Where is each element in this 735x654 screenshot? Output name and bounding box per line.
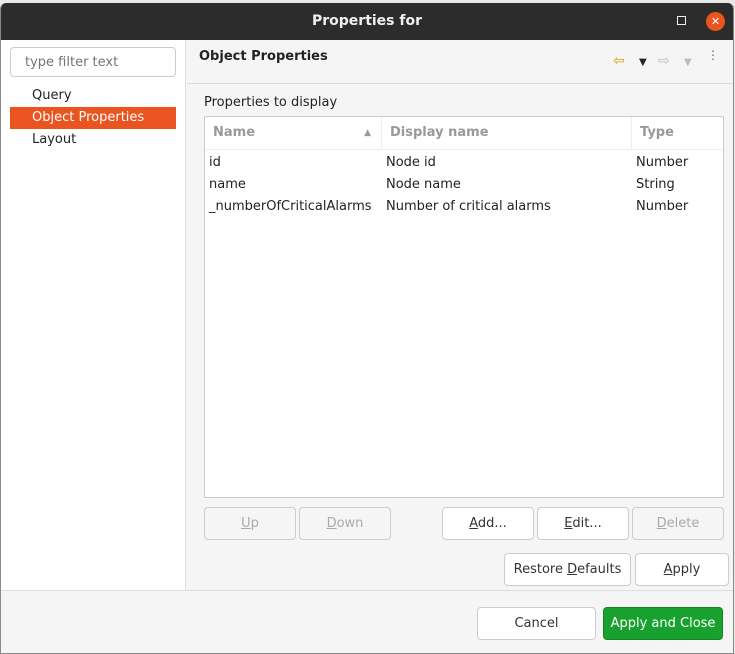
header-divider bbox=[187, 83, 733, 84]
properties-table: Name ▲ Display name Type id Node id Numbe… bbox=[204, 116, 724, 498]
cell-name: id bbox=[209, 155, 221, 170]
apply-and-close-button[interactable]: Apply and Close bbox=[603, 607, 723, 640]
apply-button[interactable]: Apply bbox=[635, 553, 729, 586]
cancel-button[interactable]: Cancel bbox=[477, 607, 596, 640]
delete-button[interactable]: Delete bbox=[632, 507, 724, 540]
sidebar-item-layout[interactable]: Layout bbox=[10, 129, 176, 151]
sidebar-item-object-properties[interactable]: Object Properties bbox=[10, 107, 176, 129]
down-button[interactable]: Down bbox=[299, 507, 391, 540]
edit-label: Edit... bbox=[564, 516, 602, 531]
back-dropdown-icon[interactable]: ▼ bbox=[639, 57, 647, 68]
up-button[interactable]: Up bbox=[204, 507, 296, 540]
restore-defaults-button[interactable]: Restore Defaults bbox=[504, 553, 631, 586]
filter-input[interactable] bbox=[10, 47, 176, 77]
title-bar: Properties for ✕ bbox=[1, 3, 733, 40]
cell-type: Number bbox=[636, 199, 689, 214]
footer-divider bbox=[1, 590, 733, 591]
column-label: Name bbox=[213, 125, 256, 140]
edit-button[interactable]: Edit... bbox=[537, 507, 629, 540]
restore-label-post: efaults bbox=[577, 562, 622, 577]
add-label: Add... bbox=[469, 516, 507, 531]
cell-display-name: Number of critical alarms bbox=[386, 199, 551, 214]
restore-label-pre: Restore bbox=[513, 562, 568, 577]
forward-dropdown-icon[interactable]: ▼ bbox=[684, 57, 692, 68]
column-header-display-name[interactable]: Display name bbox=[382, 117, 632, 149]
back-arrow-icon[interactable]: ⇦ bbox=[613, 53, 625, 69]
forward-arrow-icon[interactable]: ⇨ bbox=[658, 53, 670, 69]
more-options-icon[interactable]: ⋮ bbox=[707, 49, 719, 61]
column-header-type[interactable]: Type bbox=[632, 117, 723, 149]
sidebar: Query Object Properties Layout bbox=[1, 40, 186, 591]
sidebar-item-query[interactable]: Query bbox=[10, 85, 176, 107]
cell-display-name: Node id bbox=[386, 155, 436, 170]
sort-ascending-icon: ▲ bbox=[364, 128, 371, 138]
cell-name: _numberOfCriticalAlarms bbox=[209, 199, 372, 214]
apply-label: Apply bbox=[663, 562, 701, 577]
table-row[interactable]: id Node id Number bbox=[205, 152, 723, 174]
page-title: Object Properties bbox=[199, 49, 328, 64]
table-row[interactable]: _numberOfCriticalAlarms Number of critic… bbox=[205, 196, 723, 218]
section-label: Properties to display bbox=[204, 95, 338, 110]
add-button[interactable]: Add... bbox=[442, 507, 534, 540]
cell-name: name bbox=[209, 177, 246, 192]
restore-label-key: D bbox=[567, 562, 578, 577]
column-header-name[interactable]: Name ▲ bbox=[205, 117, 382, 149]
maximize-button[interactable] bbox=[677, 16, 686, 25]
delete-label: Delete bbox=[656, 516, 700, 531]
cell-type: String bbox=[636, 177, 675, 192]
cell-display-name: Node name bbox=[386, 177, 461, 192]
cell-type: Number bbox=[636, 155, 689, 170]
down-label: Down bbox=[326, 516, 364, 531]
table-row[interactable]: name Node name String bbox=[205, 174, 723, 196]
close-button[interactable]: ✕ bbox=[706, 12, 725, 31]
properties-dialog: Properties for ✕ Query Object Properties… bbox=[0, 3, 734, 654]
window-title: Properties for bbox=[311, 13, 422, 29]
up-label: Up bbox=[241, 516, 259, 531]
